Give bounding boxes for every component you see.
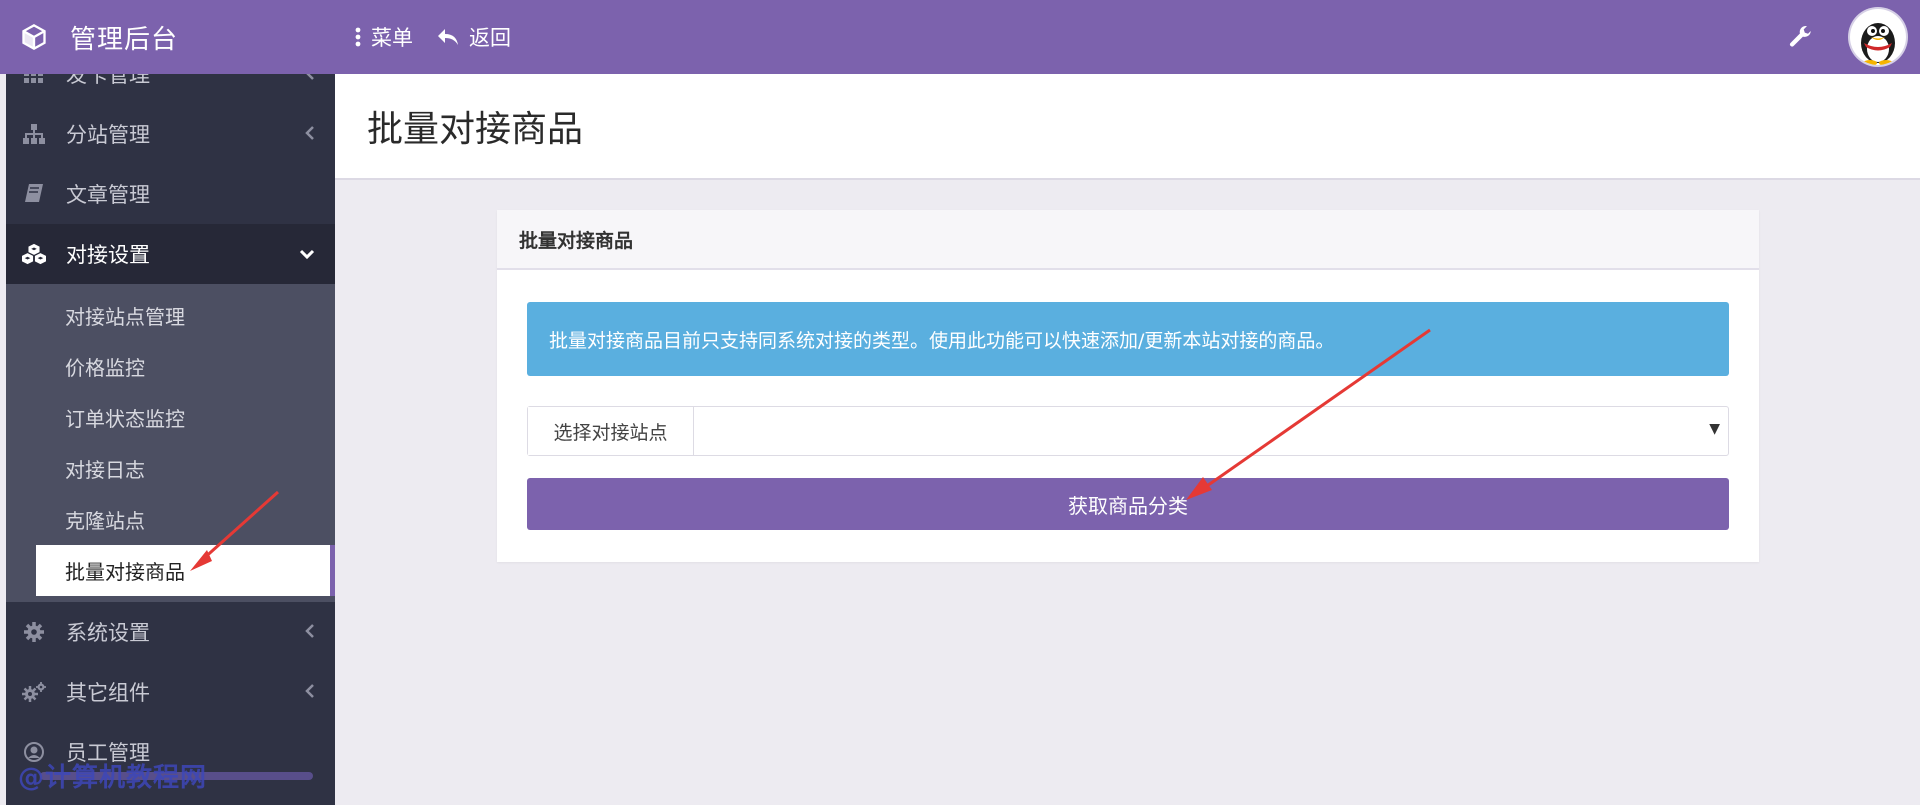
chevron-down-icon [299, 249, 315, 259]
brand[interactable]: 管理后台 [6, 0, 335, 74]
book-icon [22, 182, 46, 206]
sidebar-item-label: 发卡管理 [66, 74, 150, 87]
sidebar-item-label: 文章管理 [66, 183, 150, 207]
batch-docking-card: 批量对接商品 批量对接商品目前只支持同系统对接的类型。使用此功能可以快速添加/更… [497, 210, 1759, 562]
sitemap-icon [22, 122, 46, 146]
chevron-left-icon [305, 684, 314, 698]
sidebar-item-label: 分站管理 [66, 123, 150, 147]
sidebar: 发卡管理 分站管理 文章管理 对接设置 对接站点管理 价格监控 订单状态监控 对… [6, 74, 335, 805]
sidebar-item-label: 系统设置 [66, 621, 150, 645]
vertical-dots-icon [355, 27, 361, 47]
gear-icon [22, 620, 46, 644]
cube-icon [22, 23, 46, 51]
top-nav: 菜单 返回 [355, 0, 535, 74]
fetch-categories-button[interactable]: 获取商品分类 [527, 478, 1729, 530]
submenu-item-order-status-monitor[interactable]: 订单状态监控 [6, 392, 335, 443]
reply-arrow-icon [438, 29, 458, 45]
site-select-label: 选择对接站点 [528, 407, 694, 455]
watermark: @计算机教程网 [18, 763, 208, 793]
info-alert: 批量对接商品目前只支持同系统对接的类型。使用此功能可以快速添加/更新本站对接的商… [527, 302, 1729, 376]
submenu-item-batch-docking-products[interactable]: 批量对接商品 [36, 545, 335, 596]
submenu-item-docking-site-management[interactable]: 对接站点管理 [6, 290, 335, 341]
site-select-group: 选择对接站点 ▼ [527, 406, 1729, 456]
page-title: 批量对接商品 [367, 109, 584, 150]
sidebar-item-label: 其它组件 [66, 681, 150, 705]
penguin-avatar-icon [1861, 23, 1895, 65]
cubes-icon [22, 242, 46, 266]
sidebar-item-article-management[interactable]: 文章管理 [6, 164, 335, 224]
sidebar-item-docking-settings[interactable]: 对接设置 [6, 224, 335, 284]
sidebar-item-label: 对接设置 [66, 243, 150, 267]
chevron-left-icon [305, 126, 314, 140]
submenu-item-docking-log[interactable]: 对接日志 [6, 443, 335, 494]
avatar[interactable] [1850, 9, 1906, 65]
submenu-item-clone-site[interactable]: 克隆站点 [6, 494, 335, 545]
gears-icon [22, 680, 46, 704]
app-title: 管理后台 [70, 24, 179, 55]
back-button[interactable]: 返回 [437, 22, 511, 52]
site-select[interactable]: ▼ [694, 407, 1728, 455]
submenu-docking-settings: 对接站点管理 价格监控 订单状态监控 对接日志 克隆站点 批量对接商品 [6, 284, 335, 602]
chevron-left-icon [305, 624, 314, 638]
grid-icon [22, 74, 46, 86]
wrench-icon[interactable] [1788, 24, 1814, 50]
back-label: 返回 [469, 26, 511, 50]
sidebar-item-card-management[interactable]: 发卡管理 [6, 74, 335, 104]
top-bar: 管理后台 菜单 返回 [0, 0, 1920, 74]
menu-label: 菜单 [371, 26, 413, 50]
sidebar-item-system-settings[interactable]: 系统设置 [6, 602, 335, 662]
submenu-item-price-monitor[interactable]: 价格监控 [6, 341, 335, 392]
chevron-left-icon [306, 74, 314, 80]
page-header: 批量对接商品 [335, 74, 1920, 180]
caret-down-icon: ▼ [1709, 421, 1720, 437]
sidebar-item-other-components[interactable]: 其它组件 [6, 662, 335, 722]
sidebar-item-substation-management[interactable]: 分站管理 [6, 104, 335, 164]
menu-button[interactable]: 菜单 [355, 22, 413, 52]
card-title: 批量对接商品 [497, 210, 1759, 270]
